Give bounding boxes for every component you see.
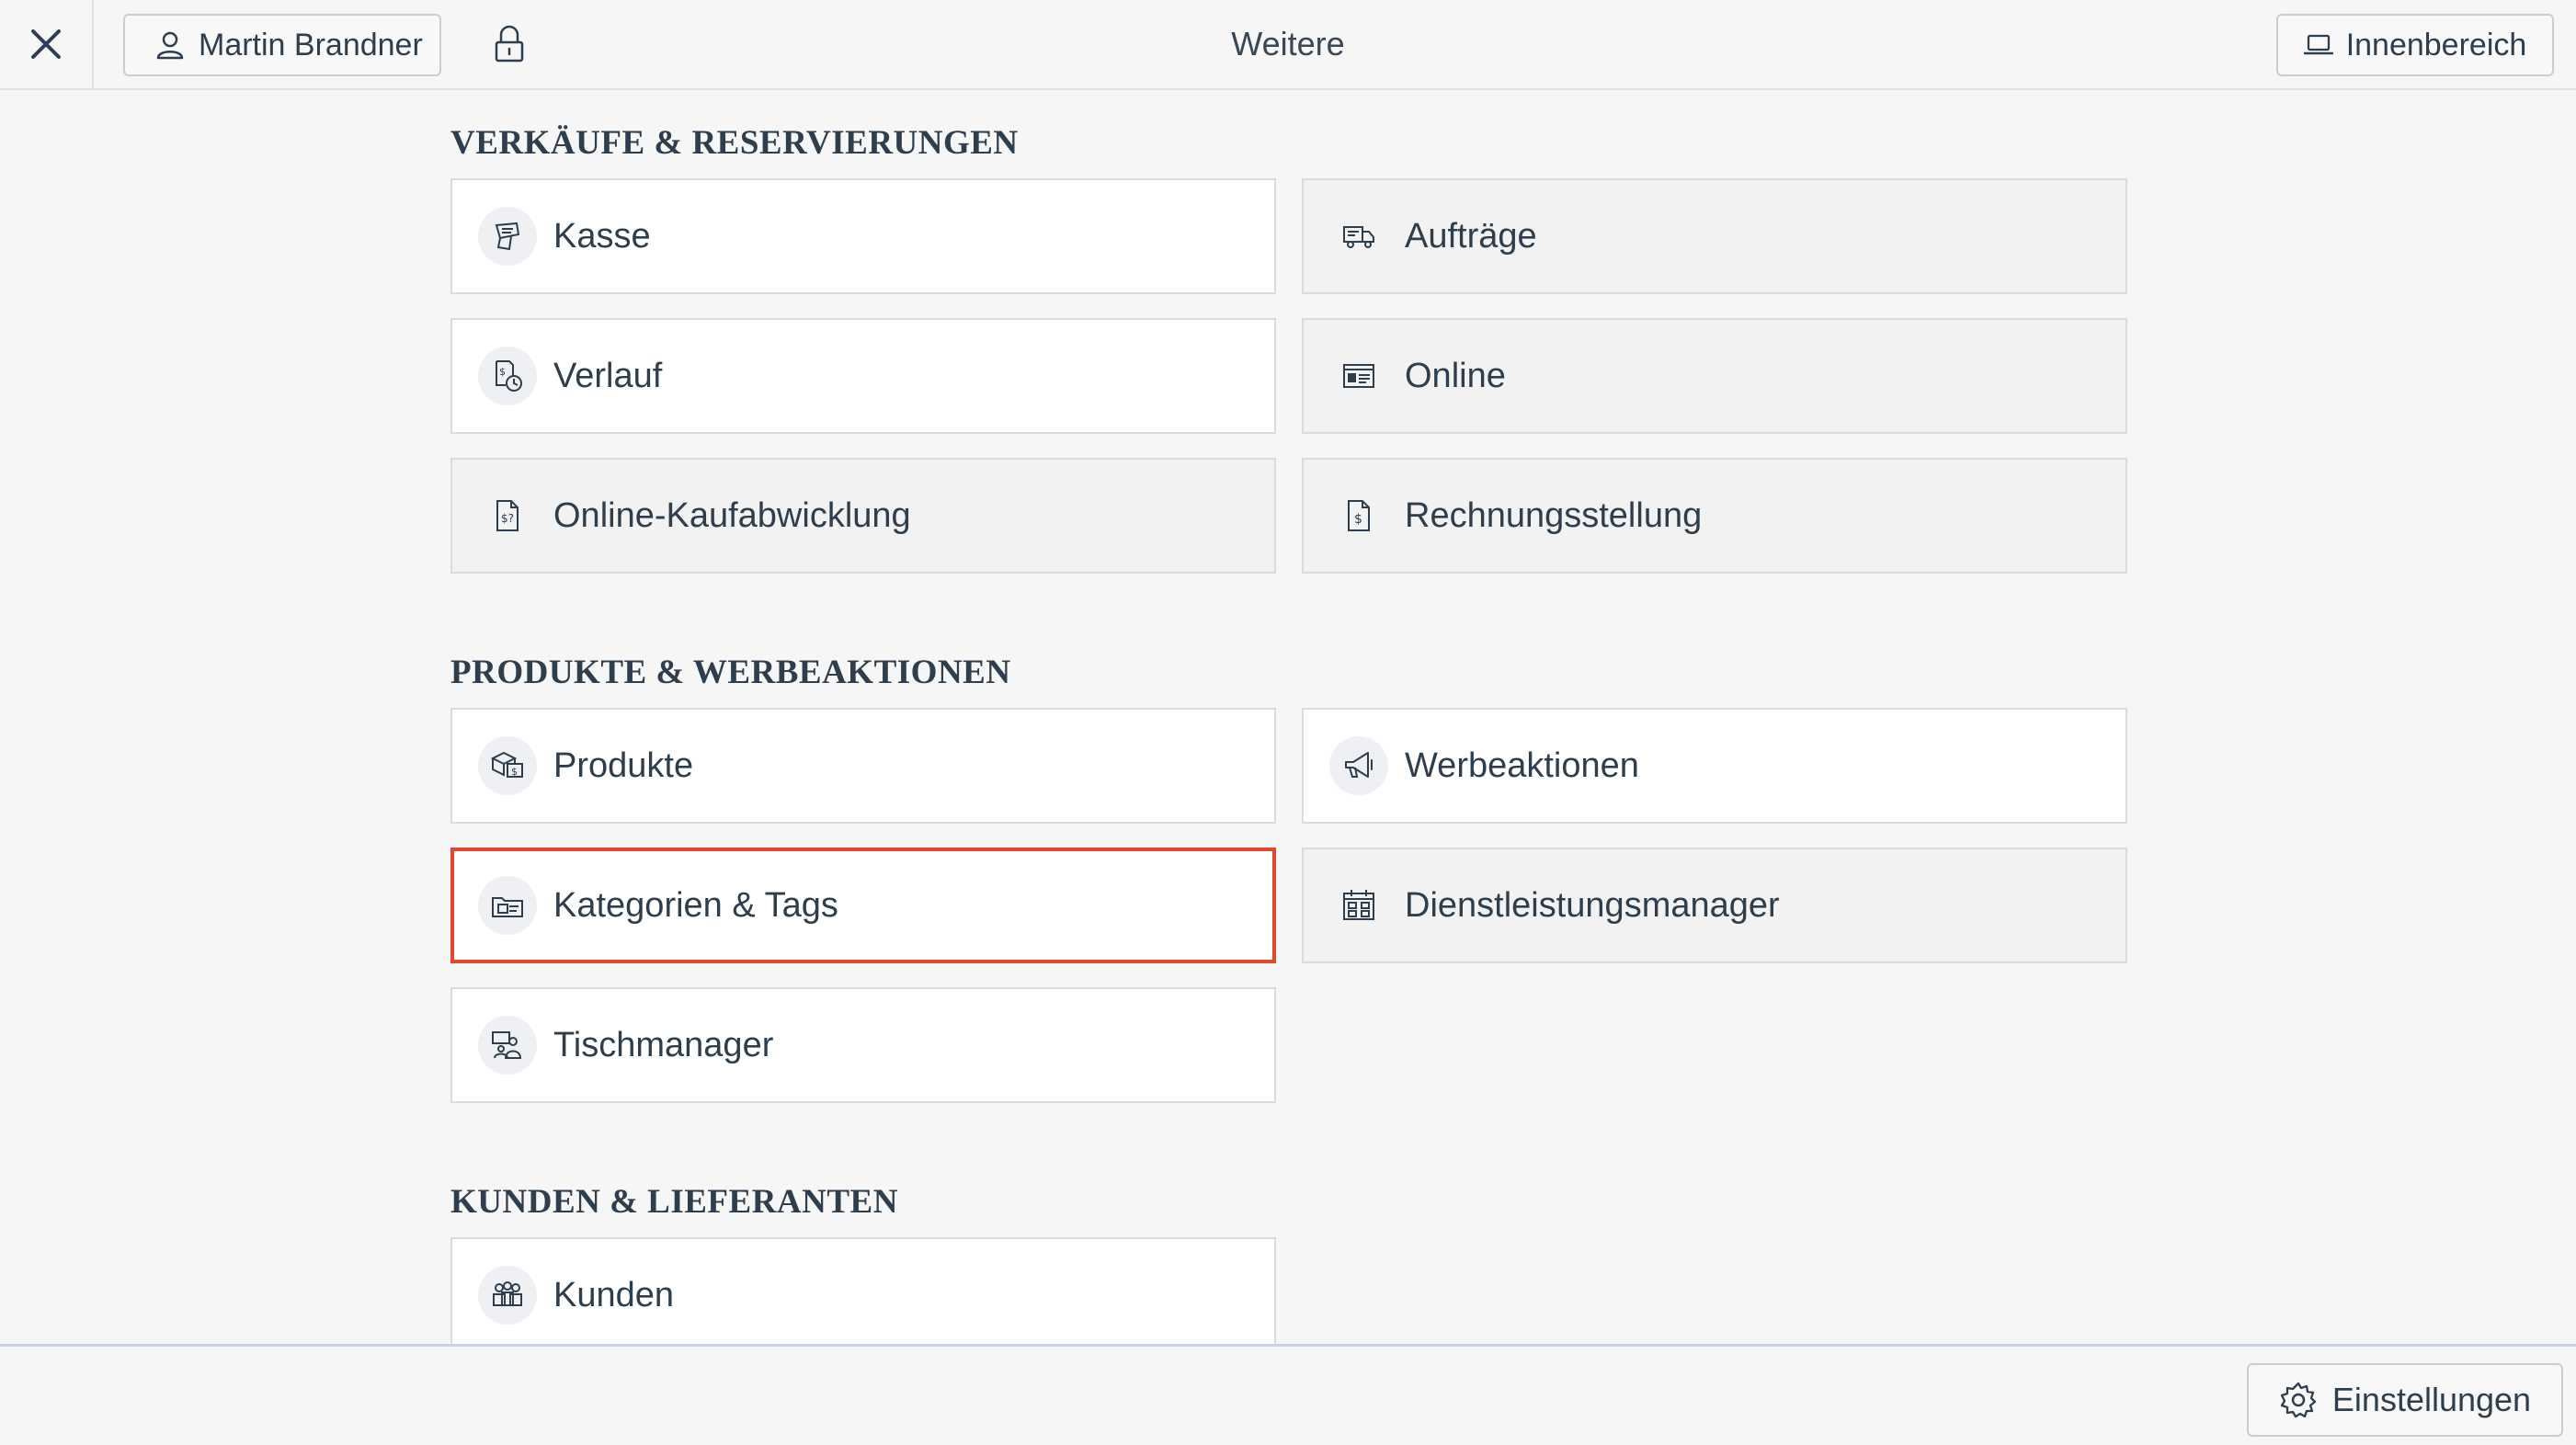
section-title-customers: KUNDEN & LIEFERANTEN [450, 1183, 898, 1221]
tile-dienstleistungsmanager[interactable]: Dienstleistungsmanager [1302, 848, 2127, 963]
products-box-icon: $ [478, 736, 537, 795]
tile-label: Rechnungsstellung [1405, 495, 1703, 535]
tile-tischmanager[interactable]: Tischmanager [450, 987, 1276, 1103]
tile-label: Produkte [553, 745, 694, 785]
tile-label: Kasse [553, 216, 651, 256]
tile-label: Online [1405, 356, 1506, 395]
tile-online[interactable]: Online [1302, 318, 2127, 434]
inner-area-button[interactable]: Innenbereich [2276, 14, 2554, 76]
megaphone-icon [1329, 736, 1388, 795]
lock-button[interactable] [485, 17, 533, 72]
delivery-truck-icon [1329, 207, 1388, 266]
tile-rechnungsstellung[interactable]: $ Rechnungsstellung [1302, 458, 2127, 574]
tile-werbeaktionen[interactable]: Werbeaktionen [1302, 708, 2127, 824]
settings-button[interactable]: Einstellungen [2247, 1363, 2563, 1437]
tile-label: Verlauf [553, 356, 663, 395]
online-checkout-document-icon: $? [478, 486, 537, 545]
calendar-grid-icon [1329, 876, 1388, 935]
tile-label: Tischmanager [553, 1025, 774, 1064]
tile-produkte[interactable]: $ Produkte [450, 708, 1276, 824]
tile-label: Online-Kaufabwicklung [553, 495, 911, 535]
tile-label: Aufträge [1405, 216, 1537, 256]
invoice-document-icon: $ [1329, 486, 1388, 545]
gear-icon [2279, 1381, 2318, 1419]
close-button[interactable] [0, 0, 94, 88]
folder-tag-icon [478, 876, 537, 935]
tile-label: Kunden [553, 1275, 675, 1314]
section-title-sales: VERKÄUFE & RESERVIERUNGEN [450, 124, 1019, 162]
user-button[interactable]: Martin Brandner [123, 14, 441, 76]
tile-label: Dienstleistungsmanager [1405, 885, 1780, 925]
bottom-bar: Einstellungen [0, 1344, 2576, 1445]
tile-kategorien-tags[interactable]: Kategorien & Tags [450, 848, 1276, 963]
main-content: VERKÄUFE & RESERVIERUNGEN Kasse Aufträge [0, 90, 2576, 1344]
tile-online-kaufabwicklung[interactable]: $? Online-Kaufabwicklung [450, 458, 1276, 574]
svg-text:$?: $? [501, 512, 514, 525]
laptop-icon [2303, 33, 2333, 57]
lock-icon [493, 24, 526, 64]
tile-label: Werbeaktionen [1405, 745, 1639, 785]
svg-text:$: $ [499, 366, 506, 378]
tile-kunden[interactable]: Kunden [450, 1237, 1276, 1344]
tile-kasse[interactable]: Kasse [450, 178, 1276, 294]
top-bar: Martin Brandner Weitere Innenbereich [0, 0, 2576, 90]
inner-area-label: Innenbereich [2345, 27, 2527, 63]
section-title-products: PRODUKTE & WERBEAKTIONEN [450, 654, 1011, 691]
svg-text:$: $ [1354, 512, 1362, 527]
cash-register-icon [478, 207, 537, 266]
user-icon [154, 29, 186, 61]
settings-label: Einstellungen [2331, 1381, 2532, 1418]
history-receipt-icon: $ [478, 347, 537, 405]
tile-verlauf[interactable]: $ Verlauf [450, 318, 1276, 434]
user-name: Martin Brandner [199, 27, 423, 63]
tile-auftraege[interactable]: Aufträge [1302, 178, 2127, 294]
tile-label: Kategorien & Tags [553, 885, 838, 925]
close-icon [29, 28, 63, 61]
browser-window-icon [1329, 347, 1388, 405]
customers-group-icon [478, 1266, 537, 1325]
svg-text:$: $ [511, 766, 518, 778]
page-title: Weitere [1231, 25, 1345, 63]
table-people-icon [478, 1016, 537, 1075]
